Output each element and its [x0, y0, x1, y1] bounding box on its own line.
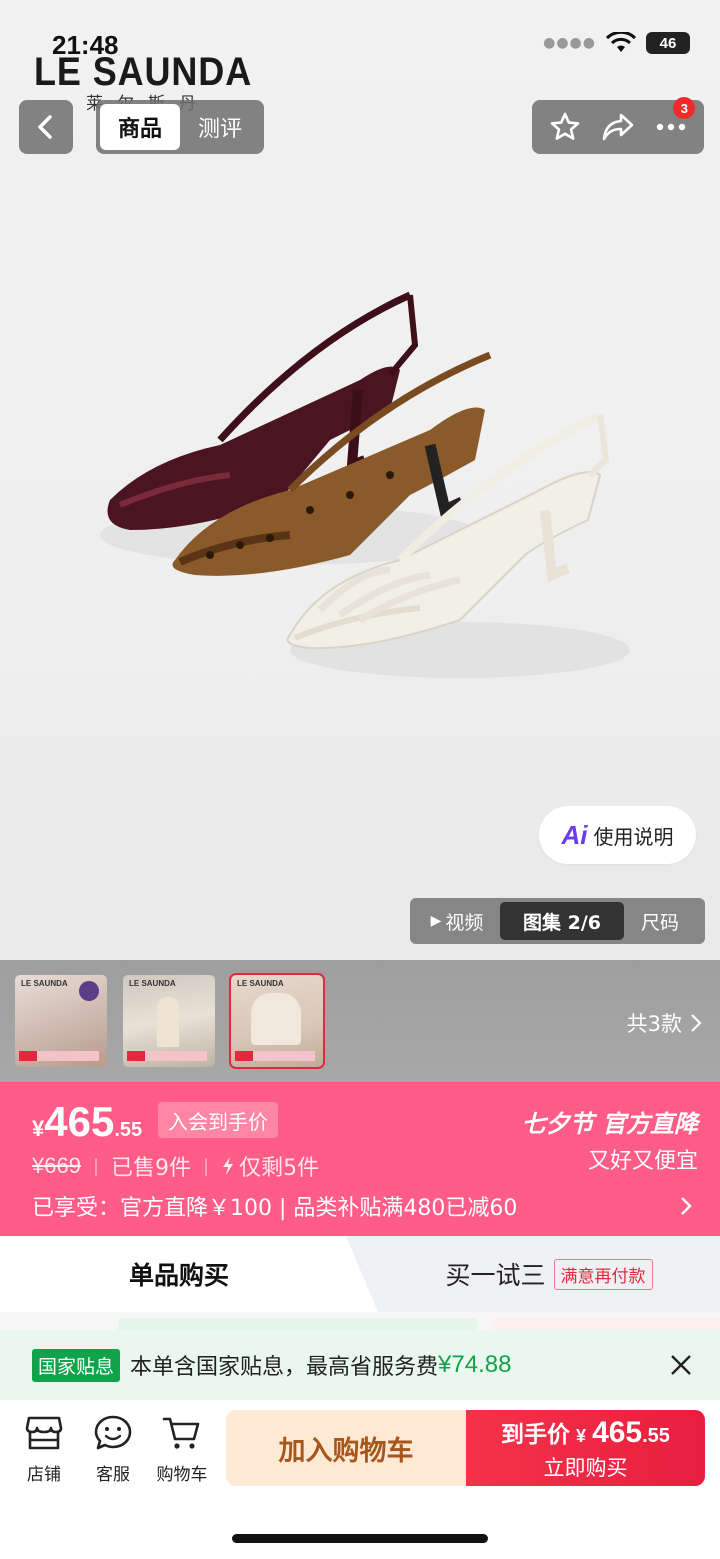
favorite-button[interactable] [547, 109, 583, 145]
subsidy-notice[interactable]: 国家贴息 本单含国家贴息，最高省服务费 ¥74.88 [0, 1330, 720, 1400]
try-three-badge: 满意再付款 [553, 1258, 653, 1290]
shop-label: 店铺 [27, 1465, 61, 1485]
festival-subtitle: 又好又便宜 [587, 1149, 698, 1174]
benefits-row[interactable]: 已享受：官方直降￥100 | 品类补贴满480已减60 [32, 1190, 692, 1222]
tab-size[interactable]: 尺码 [624, 902, 696, 940]
add-to-cart-button[interactable]: 加入购物车 [226, 1410, 466, 1486]
tab-single-purchase[interactable]: 单品购买 [0, 1236, 378, 1312]
media-tabs: ▶ 视频 图集 2/6 尺码 [410, 898, 705, 944]
bottom-action-bar: 店铺 客服 购物车 加入购物车 到手价 ¥ 465 .55 立即购买 [0, 1400, 720, 1559]
brand-name-en: LE SAUNDA [34, 50, 253, 94]
more-icon [657, 123, 686, 131]
ai-guide-button[interactable]: Ai 使用说明 [539, 806, 696, 864]
tab-video-label: 视频 [445, 911, 484, 934]
try-three-label: 买一试三 [445, 1261, 546, 1290]
top-actions: 3 [532, 97, 704, 154]
thumb-price-badge [235, 1051, 315, 1061]
status-bar-right: ●●●● 46 [543, 32, 690, 54]
benefits-text: 已享受：官方直降￥100 | 品类补贴满480已减60 [32, 1196, 518, 1221]
buy-now-button[interactable]: 到手价 ¥ 465 .55 立即购买 [466, 1410, 705, 1486]
chevron-right-icon [691, 1014, 702, 1032]
lightning-icon [223, 1157, 234, 1175]
variant-thumb-2[interactable]: LE SAUNDA [123, 975, 215, 1067]
cart-icon [162, 1417, 200, 1449]
signal-icon: ●●●● [543, 35, 596, 51]
thumb-price-badge [127, 1051, 207, 1061]
shop-button[interactable]: 店铺 [14, 1414, 74, 1485]
subsidy-tag: 国家贴息 [32, 1348, 121, 1382]
member-price-tag: 入会到手价 [158, 1102, 278, 1138]
tab-reviews[interactable]: 测评 [180, 104, 260, 150]
tab-product[interactable]: 商品 [100, 104, 180, 150]
star-icon [550, 112, 579, 140]
thumb-logo: LE SAUNDA [237, 979, 284, 988]
current-price: ¥ 465 .55 [32, 1098, 142, 1146]
variant-count-label: 共3款 [626, 1012, 682, 1036]
festival-promo: 七夕节 官方直降 又好又便宜 [522, 1104, 698, 1175]
buy-price-line: 到手价 ¥ 465 .55 [501, 1415, 670, 1450]
price-currency: ¥ [32, 1116, 45, 1141]
share-icon [602, 113, 634, 141]
thumb-logo: LE SAUNDA [129, 979, 176, 988]
subsidy-amount: ¥74.88 [438, 1351, 512, 1378]
product-image-sandals [100, 291, 630, 678]
subsidy-text: 本单含国家贴息，最高省服务费 [130, 1355, 439, 1380]
ai-guide-label: 使用说明 [593, 824, 674, 849]
back-button[interactable] [19, 100, 73, 154]
variant-count[interactable]: 共3款 [627, 1008, 702, 1038]
notification-badge: 3 [673, 97, 696, 119]
battery-indicator: 46 [646, 32, 690, 54]
price-banner: ¥ 465 .55 入会到手价 七夕节 官方直降 又好又便宜 ¥669 | 已售… [0, 1082, 720, 1236]
buy-now-label: 立即购买 [543, 1455, 628, 1480]
tab-gallery[interactable]: 图集 2/6 [500, 902, 624, 940]
page-tabs: 商品 测评 [96, 100, 264, 154]
divider: | [203, 1155, 210, 1177]
sold-count: 已售9件 [111, 1156, 192, 1181]
cart-nav-button[interactable]: 购物车 [152, 1414, 212, 1485]
buy-price-integer: 465 [592, 1415, 643, 1449]
product-hero[interactable]: 21:48 ●●●● 46 LE SAUNDA 莱尔斯丹 商品 测评 [0, 0, 720, 960]
festival-title: 七夕节 官方直降 [521, 1110, 698, 1138]
original-price: ¥669 [32, 1153, 81, 1178]
divider: | [92, 1155, 100, 1177]
close-icon[interactable] [668, 1352, 694, 1378]
cart-label: 购物车 [156, 1465, 208, 1485]
tab-video[interactable]: ▶ 视频 [414, 902, 500, 940]
chat-smile-icon [94, 1415, 132, 1450]
price-integer: 465 [44, 1098, 115, 1145]
sales-info: ¥669 | 已售9件 | 仅剩5件 [32, 1150, 319, 1182]
thumb-logo: LE SAUNDA [21, 979, 68, 988]
stock-remaining: 仅剩5件 [239, 1156, 320, 1181]
play-icon: ▶ [430, 913, 442, 929]
share-button[interactable] [600, 109, 636, 145]
ai-sparkle-icon: Ai [561, 819, 588, 850]
buy-currency: ¥ [576, 1425, 587, 1446]
variant-strip: LE SAUNDA LE SAUNDA LE SAUNDA [0, 960, 720, 1082]
home-indicator [232, 1534, 488, 1543]
more-button[interactable]: 3 [653, 97, 696, 145]
buy-price-label: 到手价 [501, 1421, 571, 1448]
service-label: 客服 [96, 1465, 130, 1485]
tab-try-three[interactable]: 买一试三 满意再付款 [378, 1236, 720, 1312]
back-icon [38, 115, 52, 139]
shop-icon [25, 1416, 63, 1450]
thumb-price-badge [19, 1051, 99, 1061]
variant-thumb-3[interactable]: LE SAUNDA [229, 973, 325, 1069]
buy-price-decimal: .55 [642, 1424, 670, 1447]
customer-service-button[interactable]: 客服 [83, 1414, 143, 1485]
chevron-right-icon [681, 1197, 692, 1215]
price-decimal: .55 [114, 1119, 143, 1141]
wifi-icon [606, 32, 636, 52]
variant-thumb-1[interactable]: LE SAUNDA [15, 975, 107, 1067]
content-peek [0, 1312, 720, 1330]
purchase-mode-tabs: 单品购买 买一试三 满意再付款 [0, 1236, 720, 1312]
